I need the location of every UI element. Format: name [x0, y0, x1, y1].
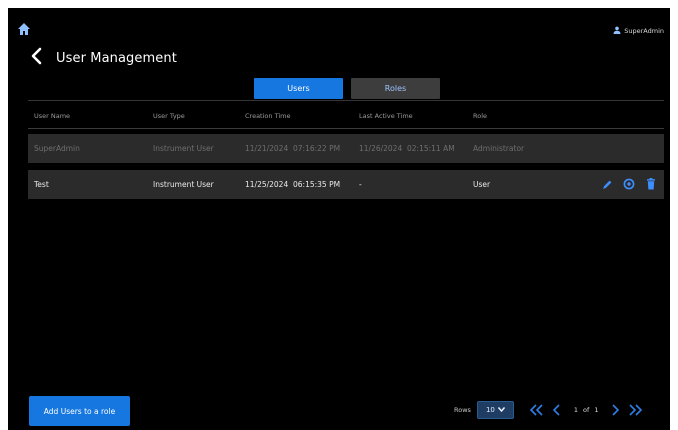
- current-user[interactable]: SuperAdmin: [613, 25, 664, 37]
- edit-icon[interactable]: [600, 177, 614, 191]
- cell-creation-time: 11/25/2024 06:15:35 PM: [245, 180, 341, 189]
- add-users-to-role-button[interactable]: Add Users to a role: [29, 396, 130, 426]
- rows-label: Rows: [454, 406, 471, 414]
- row-actions: [600, 177, 658, 191]
- page-indicator: 1 of 1: [574, 406, 599, 414]
- screen: SuperAdmin User Management Users Roles U…: [0, 0, 678, 430]
- cell-creation-time: 11/21/2024 07:16:22 PM: [245, 144, 341, 153]
- of-label: of: [583, 406, 590, 414]
- first-page-icon[interactable]: [528, 401, 546, 419]
- column-header-creation-time[interactable]: Creation Time: [245, 112, 290, 120]
- delete-icon[interactable]: [644, 177, 658, 191]
- app-window: SuperAdmin User Management Users Roles U…: [8, 8, 670, 430]
- column-header-role[interactable]: Role: [473, 112, 487, 120]
- cell-last-active-time: 11/26/2024 02:15:11 AM: [359, 144, 455, 153]
- cell-last-active-time: -: [359, 180, 362, 189]
- home-icon[interactable]: [17, 21, 31, 35]
- table-row[interactable]: Test Instrument User 11/25/2024 06:15:35…: [28, 170, 664, 199]
- last-page-icon[interactable]: [626, 401, 644, 419]
- column-header-user-name[interactable]: User Name: [34, 112, 70, 120]
- next-page-icon[interactable]: [606, 401, 624, 419]
- table-row[interactable]: SuperAdmin Instrument User 11/21/2024 07…: [28, 134, 664, 163]
- page-title: User Management: [56, 51, 177, 66]
- tab-bar: Users Roles: [254, 78, 440, 100]
- total-pages: 1: [594, 406, 599, 414]
- column-header-user-type[interactable]: User Type: [153, 112, 185, 120]
- chevron-down-icon: [497, 406, 505, 414]
- tab-roles[interactable]: Roles: [351, 78, 440, 99]
- current-page: 1: [573, 406, 579, 414]
- cell-user-type: Instrument User: [153, 144, 214, 153]
- tab-users[interactable]: Users: [254, 78, 343, 99]
- rows-per-page-select[interactable]: 10: [476, 401, 514, 419]
- cell-user-name: Test: [34, 180, 49, 189]
- divider: [28, 100, 664, 101]
- cell-user-name: SuperAdmin: [34, 144, 80, 153]
- previous-page-icon[interactable]: [548, 401, 566, 419]
- cell-user-type: Instrument User: [153, 180, 214, 189]
- cell-role: User: [473, 180, 491, 189]
- column-header-last-active-time[interactable]: Last Active Time: [359, 112, 413, 120]
- rows-per-page-value: 10: [485, 406, 495, 414]
- table-header: User Name User Type Creation Time Last A…: [28, 108, 664, 126]
- current-user-name: SuperAdmin: [624, 27, 664, 35]
- person-icon: [613, 26, 621, 36]
- cell-role: Administrator: [473, 144, 525, 153]
- chevron-left-icon[interactable]: [29, 46, 45, 66]
- divider: [28, 128, 664, 129]
- pagination: Rows 10 1 of 1: [454, 399, 646, 421]
- reset-password-icon[interactable]: [622, 177, 636, 191]
